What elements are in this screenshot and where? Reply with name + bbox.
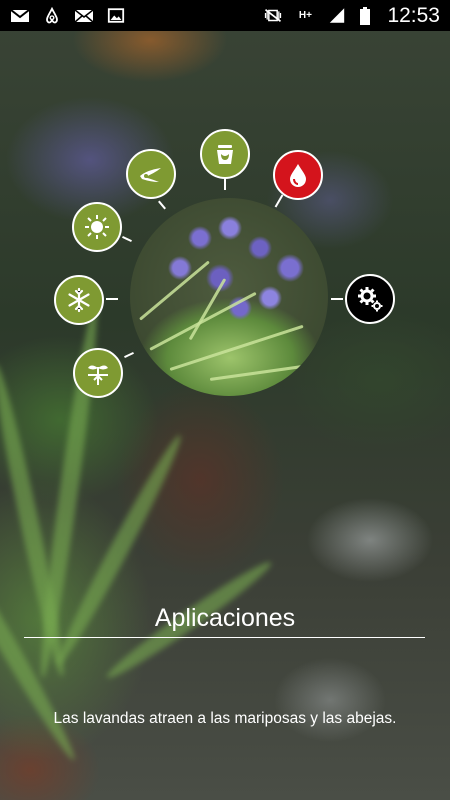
notification-icons [10,6,126,24]
plant-description: Las lavandas atraen a las mariposas y la… [53,710,397,727]
gears-icon [358,287,383,312]
garden-background [0,0,450,800]
page-title: Aplicaciones [154,604,296,632]
status-bar: H+ 12:53 [0,0,450,31]
frost-button[interactable] [54,275,104,325]
watering-button[interactable] [200,129,250,179]
sun-icon [85,215,109,239]
planting-button[interactable] [73,348,123,398]
clock: 12:53 [387,3,440,27]
pruning-shears-icon [140,168,161,182]
vibrate-mute-icon [263,8,283,24]
signal-icon [327,8,347,24]
settings-button[interactable] [345,274,395,324]
airbnb-icon [42,6,62,24]
watering-can-icon [217,145,233,164]
gallery-icon [106,8,126,24]
plant-photo-circle [130,198,328,396]
gmail-icon [10,8,30,24]
title-divider [24,637,425,638]
sun-button[interactable] [72,202,122,252]
battery-icon [359,6,371,25]
water-drop-icon [290,164,306,187]
water-button[interactable] [273,150,323,200]
network-type: H+ [298,10,312,21]
sprout-icon [88,365,108,385]
snowflake-icon [68,287,90,313]
mail-icon [74,8,94,24]
system-icons: H+ 12:53 [263,4,440,28]
pruning-button[interactable] [126,149,176,199]
